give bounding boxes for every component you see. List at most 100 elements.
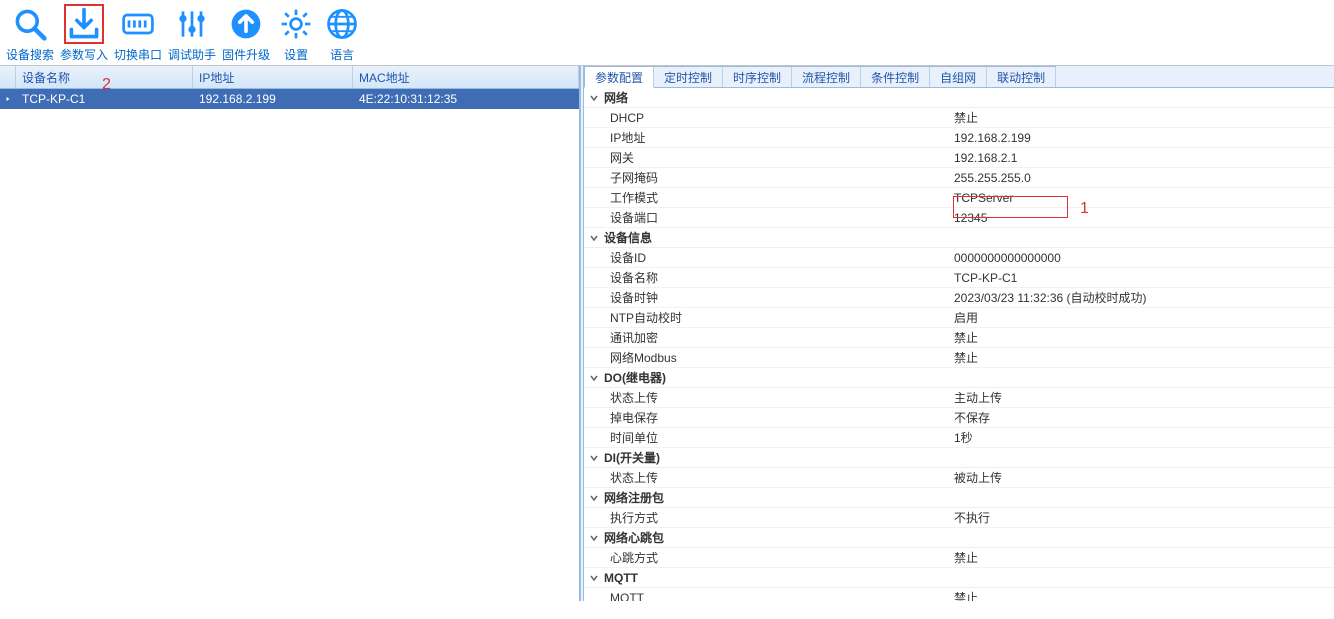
prop-row[interactable]: 设备名称TCP-KP-C1 xyxy=(584,268,1334,288)
group-title: MQTT xyxy=(604,571,638,585)
prop-group[interactable]: 设备信息 xyxy=(584,228,1334,248)
row-arrow-icon xyxy=(0,93,16,105)
prop-value: 启用 xyxy=(954,309,1334,326)
prop-label: 子网掩码 xyxy=(584,169,954,186)
toolbar-label: 语言 xyxy=(330,46,354,63)
gear-icon xyxy=(276,4,316,44)
prop-group[interactable]: DI(开关量) xyxy=(584,448,1334,468)
prop-row[interactable]: 掉电保存不保存 xyxy=(584,408,1334,428)
prop-label: 心跳方式 xyxy=(584,549,954,566)
annotation-2: 2 xyxy=(102,76,111,94)
device-table-header: 设备名称 IP地址 MAC地址 xyxy=(0,66,579,89)
toolbar-settings[interactable]: 设置 xyxy=(276,4,316,63)
prop-label: NTP自动校时 xyxy=(584,309,954,326)
toolbar-debug[interactable]: 调试助手 xyxy=(168,4,216,63)
prop-row[interactable]: 设备时钟2023/03/23 11:32:36 (自动校时成功) xyxy=(584,288,1334,308)
upload-circle-icon xyxy=(226,4,266,44)
toolbar-search[interactable]: 设备搜索 xyxy=(6,4,54,63)
prop-label: 设备名称 xyxy=(584,269,954,286)
header-mac[interactable]: MAC地址 xyxy=(353,66,579,88)
prop-label: 设备ID xyxy=(584,249,954,266)
prop-row[interactable]: NTP自动校时启用 xyxy=(584,308,1334,328)
prop-value: 禁止 xyxy=(954,549,1334,566)
group-title: 网络心跳包 xyxy=(604,529,664,546)
download-icon xyxy=(64,4,104,44)
prop-row[interactable]: DHCP禁止 xyxy=(584,108,1334,128)
prop-label: 工作模式 xyxy=(584,189,954,206)
toolbar-label: 参数写入 xyxy=(60,46,108,63)
prop-row[interactable]: 网络Modbus禁止 xyxy=(584,348,1334,368)
tab-5[interactable]: 自组网 xyxy=(930,66,987,87)
prop-value: 禁止 xyxy=(954,589,1334,601)
tab-0[interactable]: 参数配置 xyxy=(584,66,654,88)
device-row[interactable]: TCP-KP-C1 192.168.2.199 4E:22:10:31:12:3… xyxy=(0,89,579,109)
chevron-down-icon xyxy=(588,372,600,384)
prop-label: 时间单位 xyxy=(584,429,954,446)
keyboard-icon xyxy=(118,4,158,44)
prop-value: 禁止 xyxy=(954,329,1334,346)
prop-label: 掉电保存 xyxy=(584,409,954,426)
tab-1[interactable]: 定时控制 xyxy=(654,66,723,87)
prop-group[interactable]: 网络心跳包 xyxy=(584,528,1334,548)
prop-label: 状态上传 xyxy=(584,469,954,486)
prop-label: 设备时钟 xyxy=(584,289,954,306)
toolbar-label: 切换串口 xyxy=(114,46,162,63)
prop-value: 禁止 xyxy=(954,109,1334,126)
cell-mac: 4E:22:10:31:12:35 xyxy=(353,90,579,108)
toolbar-write[interactable]: 参数写入 xyxy=(60,4,108,63)
toolbar-language[interactable]: 语言 xyxy=(322,4,362,63)
prop-label: MQTT xyxy=(584,591,954,602)
header-ip[interactable]: IP地址 xyxy=(193,66,353,88)
prop-value: TCP-KP-C1 xyxy=(954,271,1334,285)
prop-group[interactable]: MQTT xyxy=(584,568,1334,588)
prop-row[interactable]: 设备ID0000000000000000 xyxy=(584,248,1334,268)
prop-row[interactable]: IP地址192.168.2.199 xyxy=(584,128,1334,148)
group-title: 网络 xyxy=(604,89,628,106)
prop-row[interactable]: 通讯加密禁止 xyxy=(584,328,1334,348)
tab-3[interactable]: 流程控制 xyxy=(792,66,861,87)
chevron-down-icon xyxy=(588,92,600,104)
toolbar-label: 设置 xyxy=(284,46,308,63)
config-pane: 参数配置定时控制时序控制流程控制条件控制自组网联动控制 网络 DHCP禁止IP地址… xyxy=(584,66,1334,601)
tab-4[interactable]: 条件控制 xyxy=(861,66,930,87)
prop-row[interactable]: 心跳方式禁止 xyxy=(584,548,1334,568)
prop-group[interactable]: DO(继电器) xyxy=(584,368,1334,388)
prop-value: 主动上传 xyxy=(954,389,1334,406)
prop-label: 设备端口 xyxy=(584,209,954,226)
prop-label: 网关 xyxy=(584,149,954,166)
chevron-down-icon xyxy=(588,232,600,244)
prop-label: 状态上传 xyxy=(584,389,954,406)
search-icon xyxy=(10,4,50,44)
toolbar-label: 固件升级 xyxy=(222,46,270,63)
cell-ip: 192.168.2.199 xyxy=(193,90,353,108)
chevron-down-icon xyxy=(588,532,600,544)
chevron-down-icon xyxy=(588,452,600,464)
config-tabs: 参数配置定时控制时序控制流程控制条件控制自组网联动控制 xyxy=(584,66,1334,88)
prop-row[interactable]: 网关192.168.2.1 xyxy=(584,148,1334,168)
prop-row[interactable]: 子网掩码255.255.255.0 xyxy=(584,168,1334,188)
prop-group[interactable]: 网络注册包 xyxy=(584,488,1334,508)
prop-value: 1秒 xyxy=(954,429,1334,446)
prop-row[interactable]: 状态上传被动上传 xyxy=(584,468,1334,488)
prop-row[interactable]: 时间单位1秒 xyxy=(584,428,1334,448)
prop-row[interactable]: MQTT禁止 xyxy=(584,588,1334,601)
group-title: DO(继电器) xyxy=(604,369,666,386)
property-grid: 网络 DHCP禁止IP地址192.168.2.199网关192.168.2.1子网… xyxy=(584,88,1334,601)
prop-row[interactable]: 状态上传主动上传 xyxy=(584,388,1334,408)
prop-row[interactable]: 执行方式不执行 xyxy=(584,508,1334,528)
toolbar: 设备搜索 参数写入 切换串口 调试助手 固件升级 设置 语言 xyxy=(0,0,1334,65)
prop-value: 不保存 xyxy=(954,409,1334,426)
tab-6[interactable]: 联动控制 xyxy=(987,66,1056,87)
toolbar-label: 设备搜索 xyxy=(6,46,54,63)
prop-value: 不执行 xyxy=(954,509,1334,526)
prop-value: 被动上传 xyxy=(954,469,1334,486)
tab-2[interactable]: 时序控制 xyxy=(723,66,792,87)
toolbar-upgrade[interactable]: 固件升级 xyxy=(222,4,270,63)
prop-group[interactable]: 网络 xyxy=(584,88,1334,108)
chevron-down-icon xyxy=(588,572,600,584)
group-title: DI(开关量) xyxy=(604,449,660,466)
prop-value: 2023/03/23 11:32:36 (自动校时成功) xyxy=(954,289,1334,306)
toolbar-serial[interactable]: 切换串口 xyxy=(114,4,162,63)
prop-value: 255.255.255.0 xyxy=(954,171,1334,185)
toolbar-label: 调试助手 xyxy=(168,46,216,63)
